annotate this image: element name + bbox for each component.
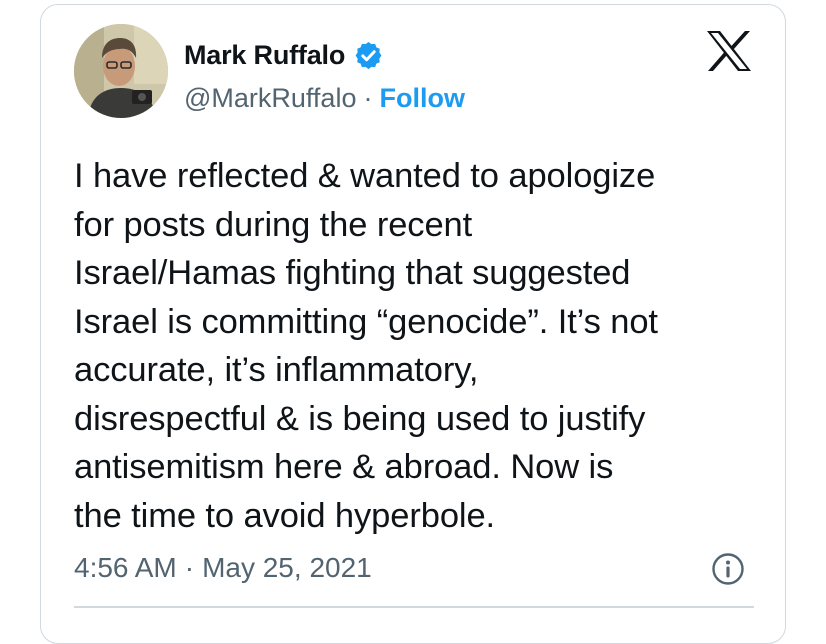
follow-button[interactable]: Follow xyxy=(379,83,464,114)
author-name-row: Mark Ruffalo xyxy=(184,38,384,72)
tweet-date[interactable]: May 25, 2021 xyxy=(202,552,372,584)
tweet-text: I have reflected & wanted to apologize f… xyxy=(74,157,658,535)
info-icon[interactable] xyxy=(711,552,745,586)
author-display-name[interactable]: Mark Ruffalo xyxy=(184,40,345,71)
tweet-time[interactable]: 4:56 AM xyxy=(74,552,177,584)
verified-badge-icon xyxy=(355,41,382,69)
divider xyxy=(74,606,754,608)
author-handle[interactable]: @MarkRuffalo xyxy=(184,83,356,114)
author-handle-row: @MarkRuffalo · Follow xyxy=(184,82,465,114)
avatar-photo xyxy=(74,24,168,118)
x-logo-icon[interactable] xyxy=(706,30,752,72)
meta-separator: · xyxy=(184,552,195,583)
tweet-meta: 4:56 AM · May 25, 2021 xyxy=(74,551,372,585)
avatar[interactable] xyxy=(74,24,168,118)
handle-separator: · xyxy=(363,82,373,113)
